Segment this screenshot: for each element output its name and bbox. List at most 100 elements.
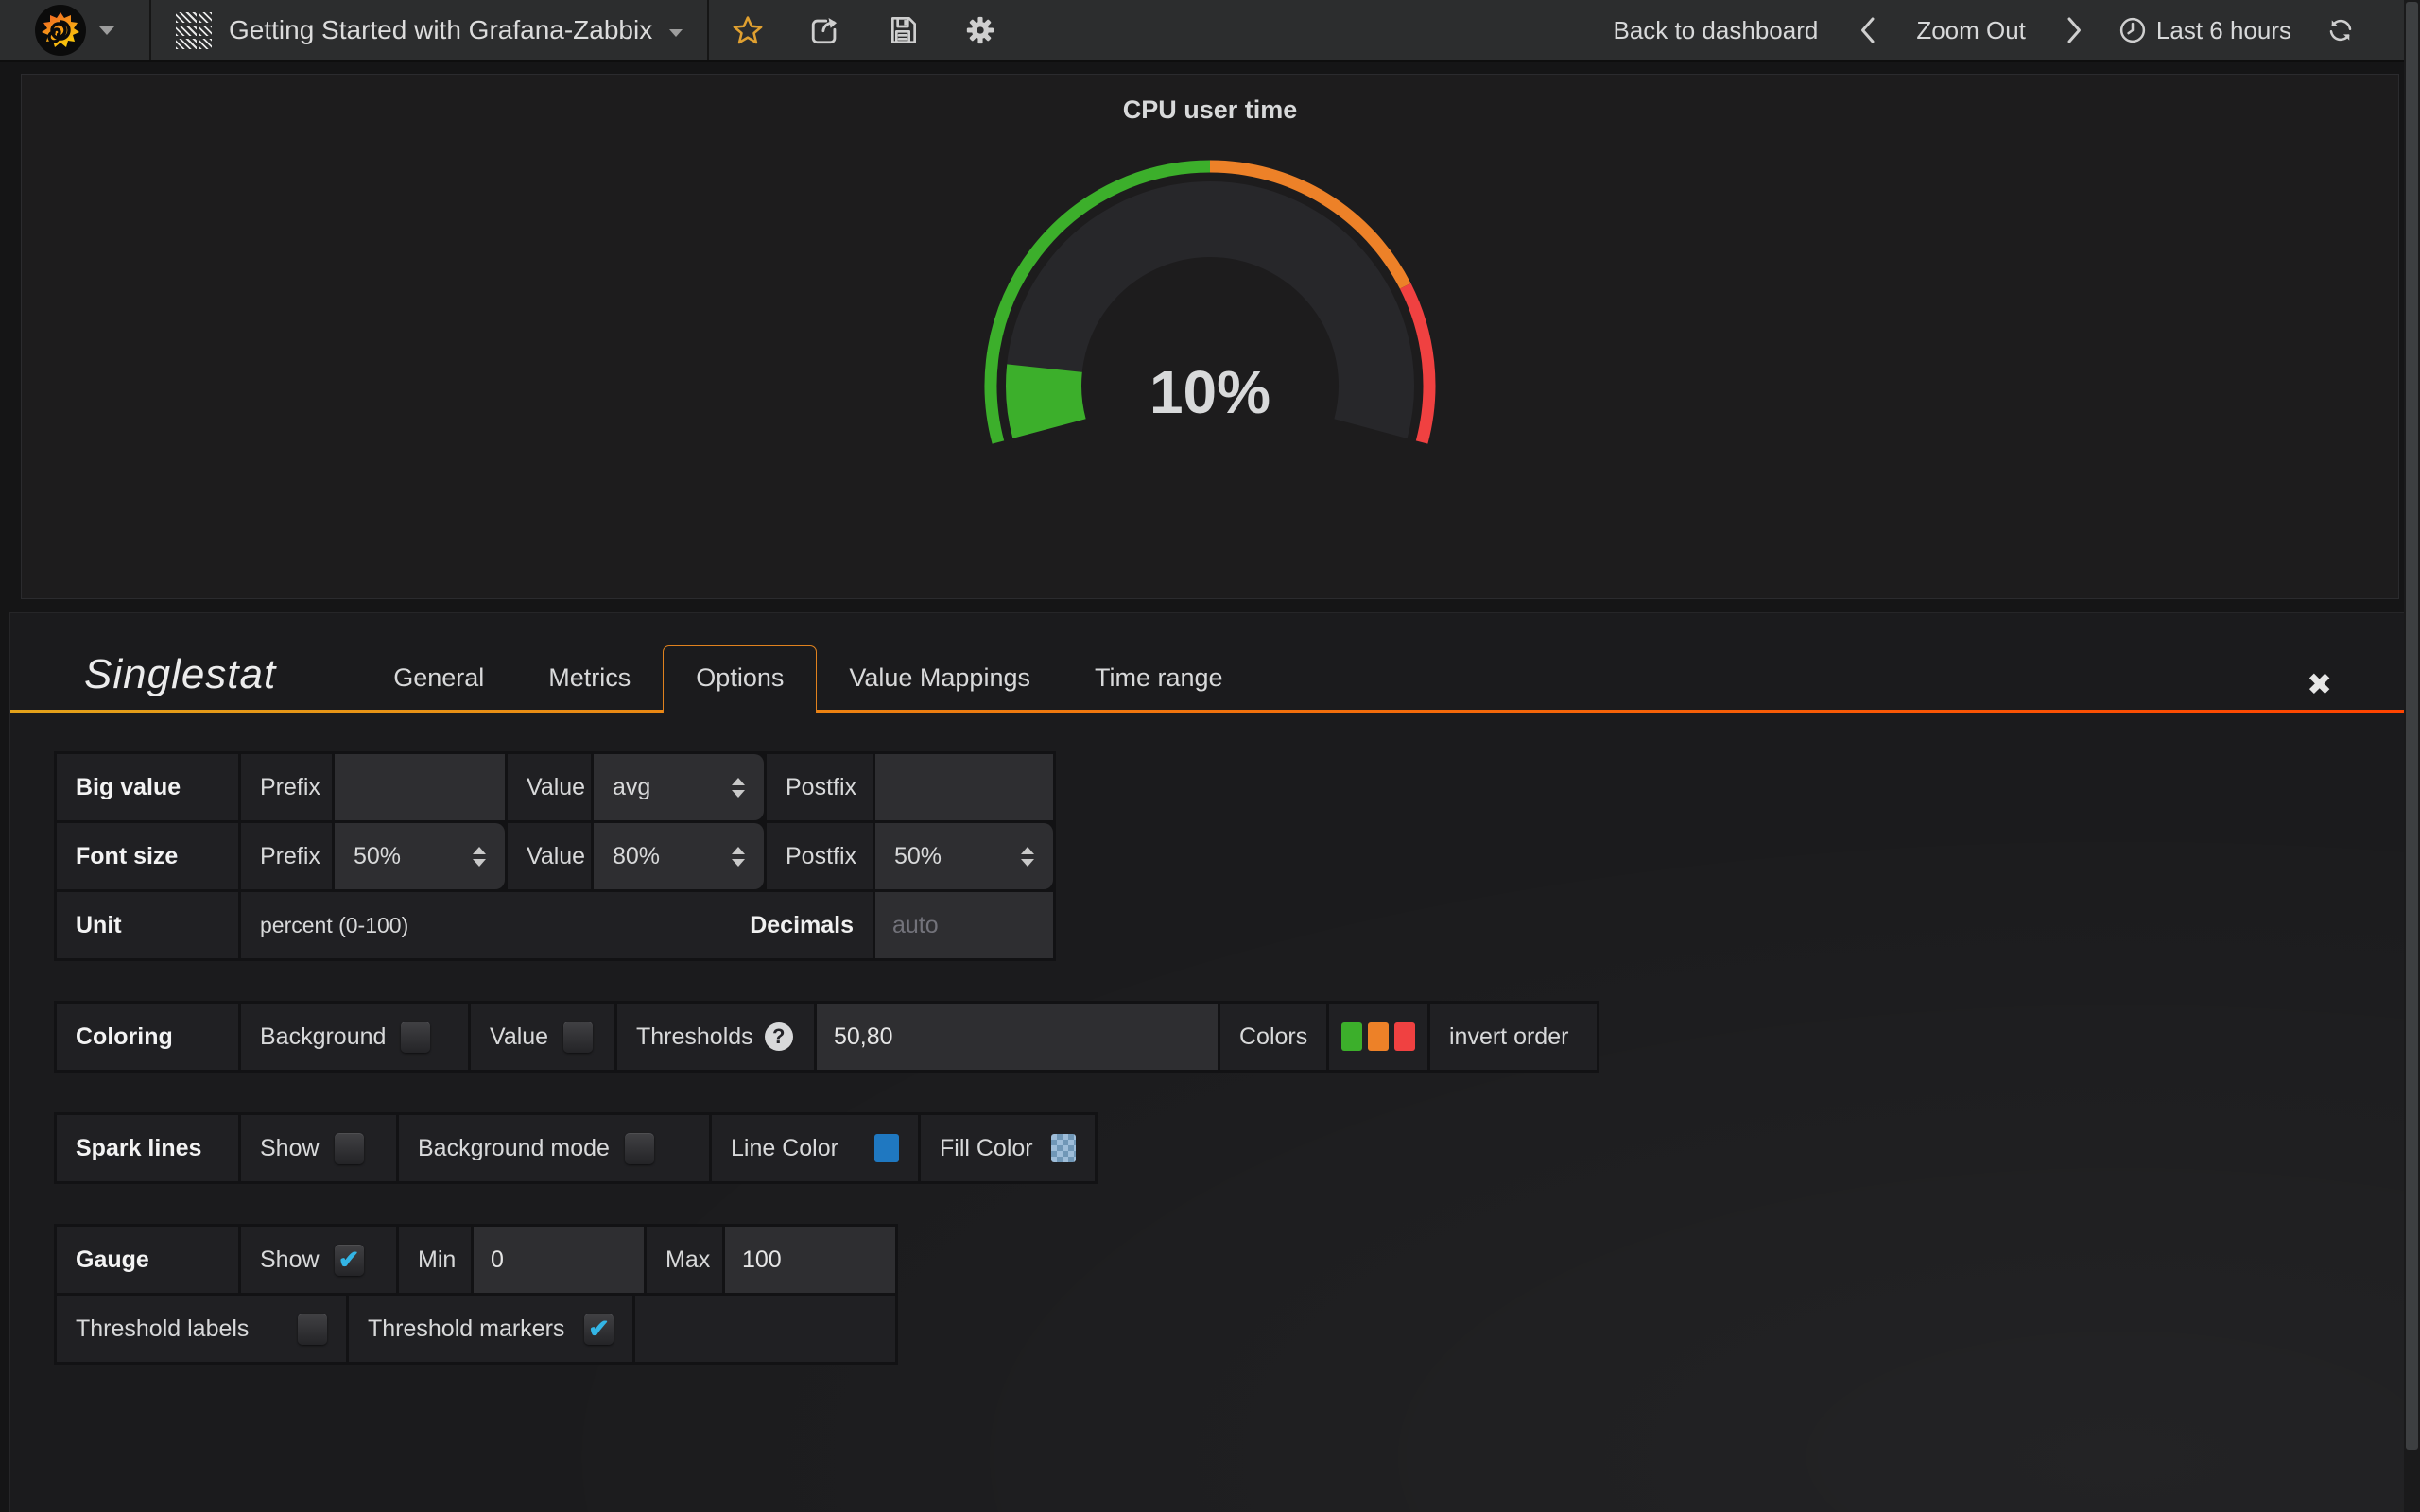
time-shift-left-button[interactable]: [1846, 16, 1888, 44]
value-font-size-select[interactable]: 80%: [594, 823, 764, 889]
threshold-toggles-row: Threshold labels Threshold markers ✔: [57, 1296, 895, 1362]
threshold-color-3-swatch[interactable]: [1394, 1022, 1415, 1051]
line-color-swatch[interactable]: [874, 1134, 899, 1162]
spark-show-checkbox[interactable]: [335, 1133, 364, 1164]
gauge-options-table: Gauge Show ✔ Min Max Threshold labels: [54, 1224, 898, 1365]
big-value-label: Big value: [57, 754, 238, 820]
empty-cell: [635, 1296, 895, 1362]
navbar: Getting Started with Grafana-Zabbix: [0, 0, 2420, 62]
threshold-markers-option: Threshold markers ✔: [349, 1296, 632, 1362]
threshold-color-2-swatch[interactable]: [1368, 1022, 1389, 1051]
star-icon: [735, 18, 761, 43]
gear-icon: [964, 14, 996, 46]
value-stat-selected: avg: [613, 774, 650, 801]
save-dashboard-button[interactable]: [864, 0, 942, 60]
threshold-labels-checkbox[interactable]: [298, 1314, 327, 1345]
help-icon[interactable]: ?: [765, 1022, 793, 1051]
thresholds-label-cell: Thresholds ?: [617, 1004, 814, 1070]
gauge-max-input[interactable]: [725, 1227, 895, 1293]
save-icon: [888, 15, 918, 45]
prefix-font-size-selected: 50%: [354, 843, 401, 870]
grafana-menu-button[interactable]: [0, 0, 151, 60]
prefix-input-cell: [335, 754, 505, 820]
decimals-input-cell: [875, 892, 1053, 958]
clock-icon: [2118, 16, 2147, 44]
back-to-dashboard-button[interactable]: Back to dashboard: [1599, 16, 1834, 45]
select-arrows-icon: [732, 847, 745, 867]
gauge-min-input[interactable]: [474, 1227, 644, 1293]
vertical-scrollbar[interactable]: [2404, 0, 2420, 1512]
options-form: Big value Prefix Value avg Postfix Font …: [10, 713, 2410, 1404]
dashboard-title: Getting Started with Grafana-Zabbix: [229, 15, 652, 45]
value-label: Value: [508, 823, 591, 889]
refresh-icon: [2326, 16, 2355, 44]
dashboard-picker[interactable]: Getting Started with Grafana-Zabbix: [151, 0, 707, 60]
coloring-table: Coloring Background Value Thresholds ? C…: [54, 1001, 1599, 1073]
fill-color-label: Fill Color: [940, 1135, 1033, 1162]
spark-lines-row: Spark lines Show Background mode Line Co…: [57, 1115, 1095, 1181]
threshold-color-1-swatch[interactable]: [1341, 1022, 1362, 1051]
show-label: Show: [260, 1246, 320, 1274]
big-value-prefix-input[interactable]: [335, 754, 505, 820]
dashboard-area: CPU user time 10%: [0, 62, 2420, 599]
star-dashboard-button[interactable]: [709, 0, 786, 60]
invert-order-button[interactable]: invert order: [1430, 1004, 1597, 1070]
scrollbar-thumb[interactable]: [2406, 2, 2418, 1450]
color-swatches: [1329, 1004, 1427, 1070]
tab-general[interactable]: General: [361, 646, 516, 713]
refresh-button[interactable]: [2314, 16, 2367, 44]
panel-title[interactable]: CPU user time: [22, 75, 2398, 125]
value-options-table: Big value Prefix Value avg Postfix Font …: [54, 751, 1056, 961]
postfix-font-size-selected: 50%: [894, 843, 942, 870]
postfix-label: Postfix: [767, 754, 873, 820]
fill-color-swatch[interactable]: [1051, 1134, 1076, 1162]
thresholds-label: Thresholds: [636, 1023, 753, 1051]
line-color-label: Line Color: [731, 1135, 838, 1162]
postfix-font-size-select[interactable]: 50%: [875, 823, 1053, 889]
background-mode-checkbox[interactable]: [625, 1133, 654, 1164]
value-font-size-selected: 80%: [613, 843, 660, 870]
tab-value-mappings[interactable]: Value Mappings: [817, 646, 1063, 713]
threshold-labels-option: Threshold labels: [57, 1296, 346, 1362]
threshold-markers-checkbox[interactable]: ✔: [584, 1314, 614, 1345]
gauge-show-checkbox[interactable]: ✔: [335, 1245, 364, 1276]
caret-down-icon: [669, 29, 683, 37]
font-size-label: Font size: [57, 823, 238, 889]
background-checkbox[interactable]: [401, 1022, 430, 1053]
decimals-input[interactable]: [875, 892, 1053, 958]
gauge: 10%: [945, 151, 1475, 468]
singlestat-panel: CPU user time 10%: [21, 74, 2399, 599]
time-range-picker[interactable]: Last 6 hours: [2109, 16, 2301, 45]
dashboard-settings-button[interactable]: [942, 0, 1019, 60]
font-size-row: Font size Prefix 50% Value 80% Postfix 5…: [57, 823, 1053, 889]
select-arrows-icon: [732, 778, 745, 798]
value-checkbox[interactable]: [563, 1022, 593, 1053]
tab-time-range[interactable]: Time range: [1063, 646, 1255, 713]
coloring-value-option: Value: [471, 1004, 614, 1070]
unit-selected-value[interactable]: percent (0-100): [260, 913, 408, 938]
tab-options[interactable]: Options: [663, 645, 817, 713]
prefix-label: Prefix: [241, 823, 332, 889]
share-dashboard-button[interactable]: [786, 0, 864, 60]
spark-show-option: Show: [241, 1115, 396, 1181]
big-value-postfix-input[interactable]: [875, 754, 1053, 820]
select-arrows-icon: [473, 847, 486, 867]
prefix-font-size-select[interactable]: 50%: [335, 823, 505, 889]
unit-picker[interactable]: percent (0-100) Decimals: [241, 892, 873, 958]
time-range-label: Last 6 hours: [2156, 16, 2291, 45]
coloring-label: Coloring: [57, 1004, 238, 1070]
time-shift-right-button[interactable]: [2054, 16, 2096, 44]
value-label: Value: [508, 754, 591, 820]
caret-down-icon: [99, 26, 114, 35]
chevron-right-icon: [2065, 16, 2085, 44]
editor-header: Singlestat General Metrics Options Value…: [10, 613, 2410, 713]
close-editor-button[interactable]: ✖: [2307, 666, 2332, 702]
panel-type-title: Singlestat: [84, 651, 276, 713]
show-label: Show: [260, 1135, 320, 1162]
tab-metrics[interactable]: Metrics: [516, 646, 663, 713]
unit-row: Unit percent (0-100) Decimals: [57, 892, 1053, 958]
value-stat-select[interactable]: avg: [594, 754, 764, 820]
gauge-row: Gauge Show ✔ Min Max: [57, 1227, 895, 1293]
thresholds-input[interactable]: [817, 1004, 1218, 1070]
zoom-out-button[interactable]: Zoom Out: [1901, 16, 2041, 45]
